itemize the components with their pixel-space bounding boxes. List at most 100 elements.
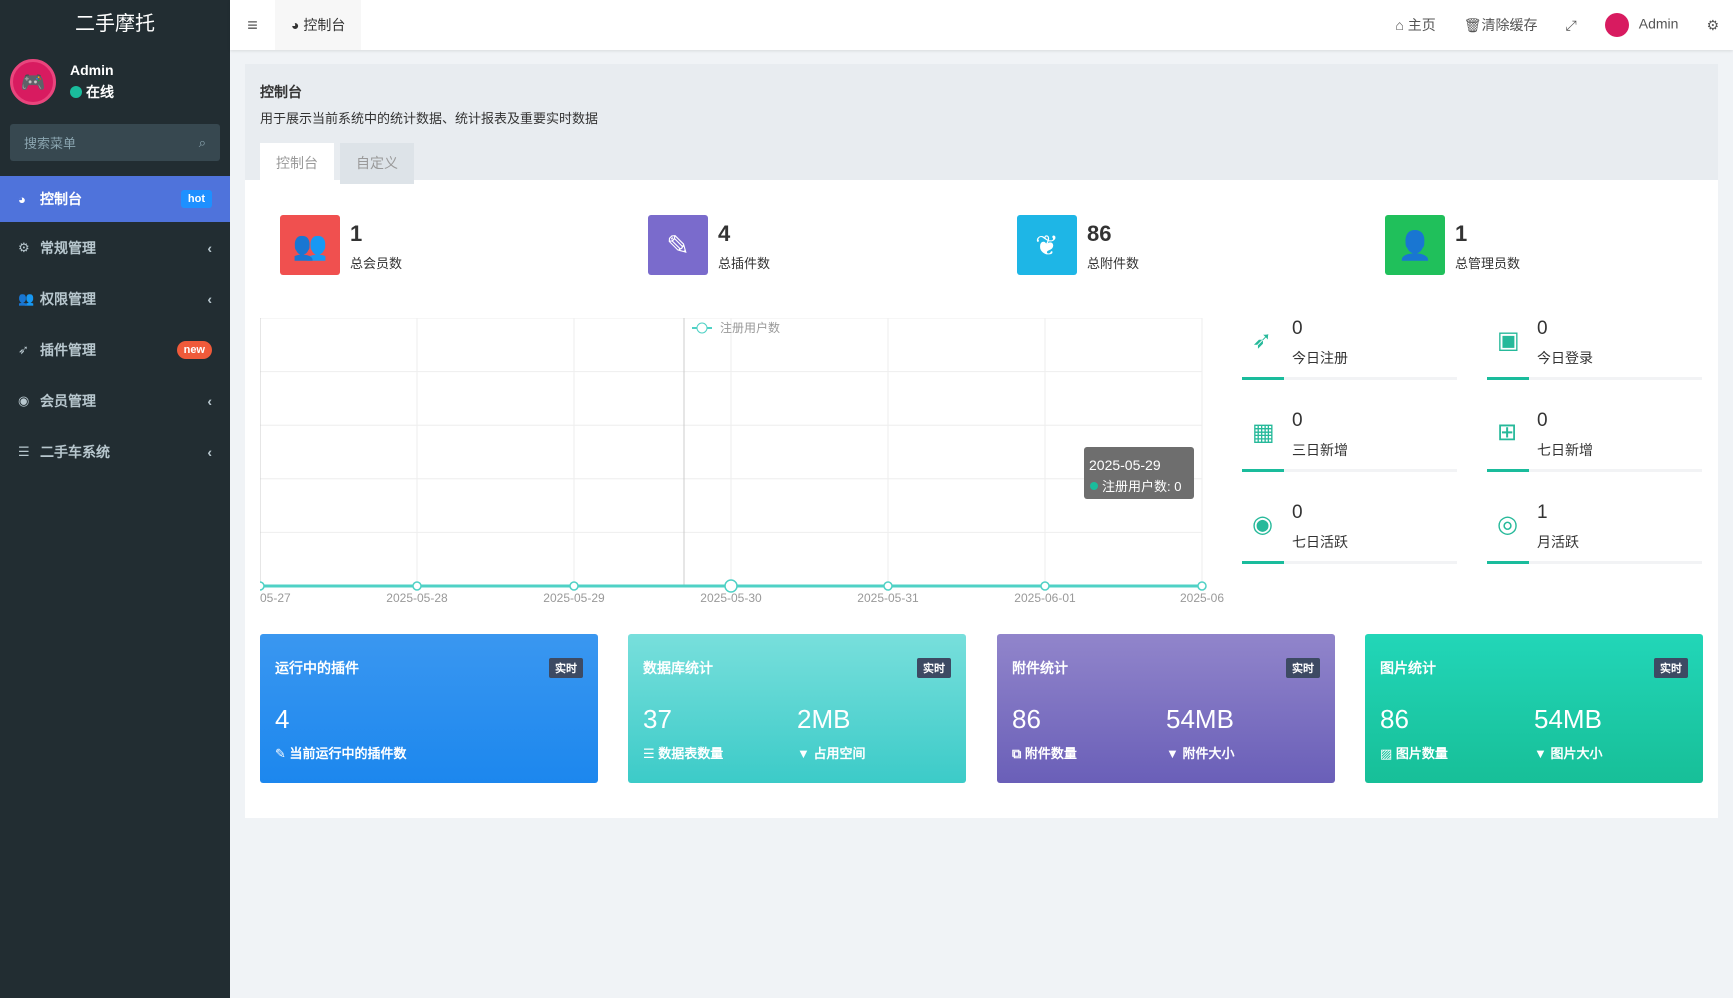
- tooltip-title: 2025-05-29: [1089, 457, 1161, 473]
- database-icon: ☰: [643, 746, 659, 761]
- user-circle-icon: ◉: [1252, 511, 1273, 538]
- x-tick-label: 2025-05-29: [543, 591, 605, 605]
- x-tick-label: 05-27: [260, 591, 291, 605]
- stat-value: 4: [718, 221, 731, 246]
- tab-console[interactable]: 控制台: [260, 143, 334, 184]
- stat-label: 总管理员数: [1455, 256, 1521, 271]
- dashboard-icon: ◕: [18, 191, 26, 207]
- user-circle-icon: ◉: [18, 392, 30, 408]
- filter-icon: ▼: [1166, 746, 1183, 761]
- x-tick-label: 2025-05-31: [857, 591, 919, 605]
- avatar: 🎮: [10, 59, 56, 105]
- clear-cache-button[interactable]: 🗑清除缓存: [1464, 15, 1538, 35]
- user-status: 在线: [86, 84, 114, 100]
- clear-cache-label: 清除缓存: [1481, 17, 1538, 33]
- avatar: [1604, 13, 1629, 37]
- rocket-icon: ➶: [18, 341, 29, 357]
- card-label: 附件大小: [1182, 746, 1235, 761]
- chevron-left-icon: ‹: [207, 239, 212, 256]
- card-value: 86: [1012, 704, 1041, 734]
- data-point: [569, 581, 579, 591]
- stat-value: 1: [1455, 221, 1468, 246]
- stat-plugins: ✎ 4 总插件数: [648, 215, 770, 275]
- realtime-badge: 实时: [1286, 658, 1320, 678]
- tooltip-value: 注册用户数: 0: [1102, 479, 1181, 494]
- x-tick-label: 2025-06-01: [1014, 591, 1076, 605]
- card-value: 2MB: [797, 704, 851, 734]
- app-logo[interactable]: 二手摩托: [0, 0, 230, 50]
- page-description: 用于展示当前系统中的统计数据、统计报表及重要实时数据: [260, 111, 599, 126]
- card-title: 附件统计: [1012, 660, 1068, 676]
- card-title: 运行中的插件: [275, 660, 359, 676]
- sidebar-item-plugins[interactable]: ➶ 插件管理 new: [0, 324, 230, 375]
- dashboard-panel: 控制台 用于展示当前系统中的统计数据、统计报表及重要实时数据 控制台 自定义 👥…: [245, 64, 1718, 818]
- filter-icon: ▼: [797, 746, 814, 761]
- card-label: 图片数量: [1395, 746, 1448, 761]
- realtime-badge: 实时: [549, 658, 583, 678]
- page-title: 控制台: [260, 84, 302, 100]
- menu-toggle-icon[interactable]: ≡: [230, 15, 275, 36]
- rocket-icon: ➶: [1252, 327, 1273, 354]
- user-name: Admin: [70, 62, 114, 78]
- data-point: [260, 581, 265, 591]
- search-placeholder: 搜索菜单: [24, 136, 77, 151]
- tab-custom[interactable]: 自定义: [340, 143, 414, 184]
- hot-badge: hot: [180, 190, 212, 208]
- chevron-left-icon: ‹: [207, 290, 212, 307]
- x-tick-label: 2025-05-30: [700, 591, 762, 605]
- user-menu-label: Admin: [1638, 15, 1679, 32]
- card-database: 数据库统计 实时 37 ☰ 数据表数量 2MB ▼ 占用空间: [628, 634, 966, 783]
- sidebar-item-label: 常规管理: [40, 239, 96, 256]
- sidebar-item-auth[interactable]: 👥 权限管理 ‹: [0, 273, 230, 324]
- sidebar-item-label: 权限管理: [40, 290, 96, 307]
- stat-attachments: ❦ 86 总附件数: [1017, 215, 1139, 275]
- sidebar-item-dashboard[interactable]: ◕ 控制台 hot: [0, 176, 230, 222]
- stat-label: 今日注册: [1292, 350, 1348, 366]
- stat-members: 👥 1 总会员数: [280, 215, 402, 275]
- fullscreen-icon[interactable]: ⤢: [1566, 17, 1577, 34]
- users-icon: 👥: [280, 215, 340, 275]
- stat-label: 七日新增: [1537, 442, 1593, 458]
- leaf-icon: ❦: [1017, 215, 1077, 275]
- files-icon: ⧉: [1012, 746, 1025, 761]
- list-icon: ☰: [18, 443, 30, 459]
- stat-today-login: ▣ 0 今日登录: [1487, 318, 1702, 380]
- card-label: 数据表数量: [658, 746, 724, 761]
- user-menu[interactable]: Admin: [1604, 13, 1679, 37]
- stat-three-day-new: ▦ 0 三日新增: [1242, 410, 1457, 472]
- stat-value: 1: [1537, 502, 1548, 523]
- magic-wand-icon: ✎: [648, 215, 708, 275]
- stat-label: 月活跃: [1537, 534, 1579, 550]
- registration-line-chart: 05-27 2025-05-28 2025-05-29 2025-05-30 2025-…: [260, 318, 1224, 605]
- realtime-badge: 实时: [917, 658, 951, 678]
- tab-label: 控制台: [303, 17, 346, 33]
- card-value: 37: [643, 704, 672, 734]
- stat-label: 总插件数: [718, 256, 771, 271]
- chevron-left-icon: ‹: [207, 443, 212, 460]
- card-running-plugins: 运行中的插件 实时 4 ✎ 当前运行中的插件数: [260, 634, 598, 783]
- tab-dashboard[interactable]: ◕ 控制台: [275, 0, 362, 50]
- user-panel: 🎮 Admin 在线: [0, 50, 230, 114]
- sidebar-item-label: 二手车系统: [40, 443, 110, 460]
- stat-monthly-active: ◎ 1 月活跃: [1487, 502, 1702, 564]
- cogs-icon: ⚙: [18, 239, 30, 255]
- user-icon: 👤: [1385, 215, 1445, 275]
- sidebar-item-members[interactable]: ◉ 会员管理 ‹: [0, 375, 230, 426]
- x-tick-label: 2025-06: [1180, 591, 1224, 605]
- top-navbar: ≡ ◕ 控制台 ⌂ 主页 🗑清除缓存 ⤢ Admin ⚙: [230, 0, 1733, 50]
- id-card-icon: ▣: [1497, 327, 1520, 354]
- sidebar-item-label: 插件管理: [40, 341, 96, 358]
- home-link[interactable]: ⌂ 主页: [1395, 15, 1435, 35]
- sidebar-item-usedcar[interactable]: ☰ 二手车系统 ‹: [0, 426, 230, 477]
- settings-icon[interactable]: ⚙: [1706, 17, 1719, 34]
- stat-admins: 👤 1 总管理员数: [1385, 215, 1520, 275]
- sidebar-item-label: 会员管理: [40, 392, 96, 409]
- magic-wand-icon: ✎: [275, 746, 290, 761]
- legend-label: 注册用户数: [720, 320, 780, 335]
- sidebar: 二手摩托 🎮 Admin 在线 搜索菜单 ⌕ ◕ 控制台 hot ⚙ 常规管理 ‹ 👥 权限…: [0, 0, 230, 998]
- menu-search-input[interactable]: 搜索菜单 ⌕: [10, 124, 220, 161]
- sidebar-item-general[interactable]: ⚙ 常规管理 ‹: [0, 222, 230, 273]
- card-value: 54MB: [1166, 704, 1234, 734]
- card-value: 4: [275, 704, 290, 734]
- card-images: 图片统计 实时 86 ▨ 图片数量 54MB ▼ 图片大小: [1365, 634, 1703, 783]
